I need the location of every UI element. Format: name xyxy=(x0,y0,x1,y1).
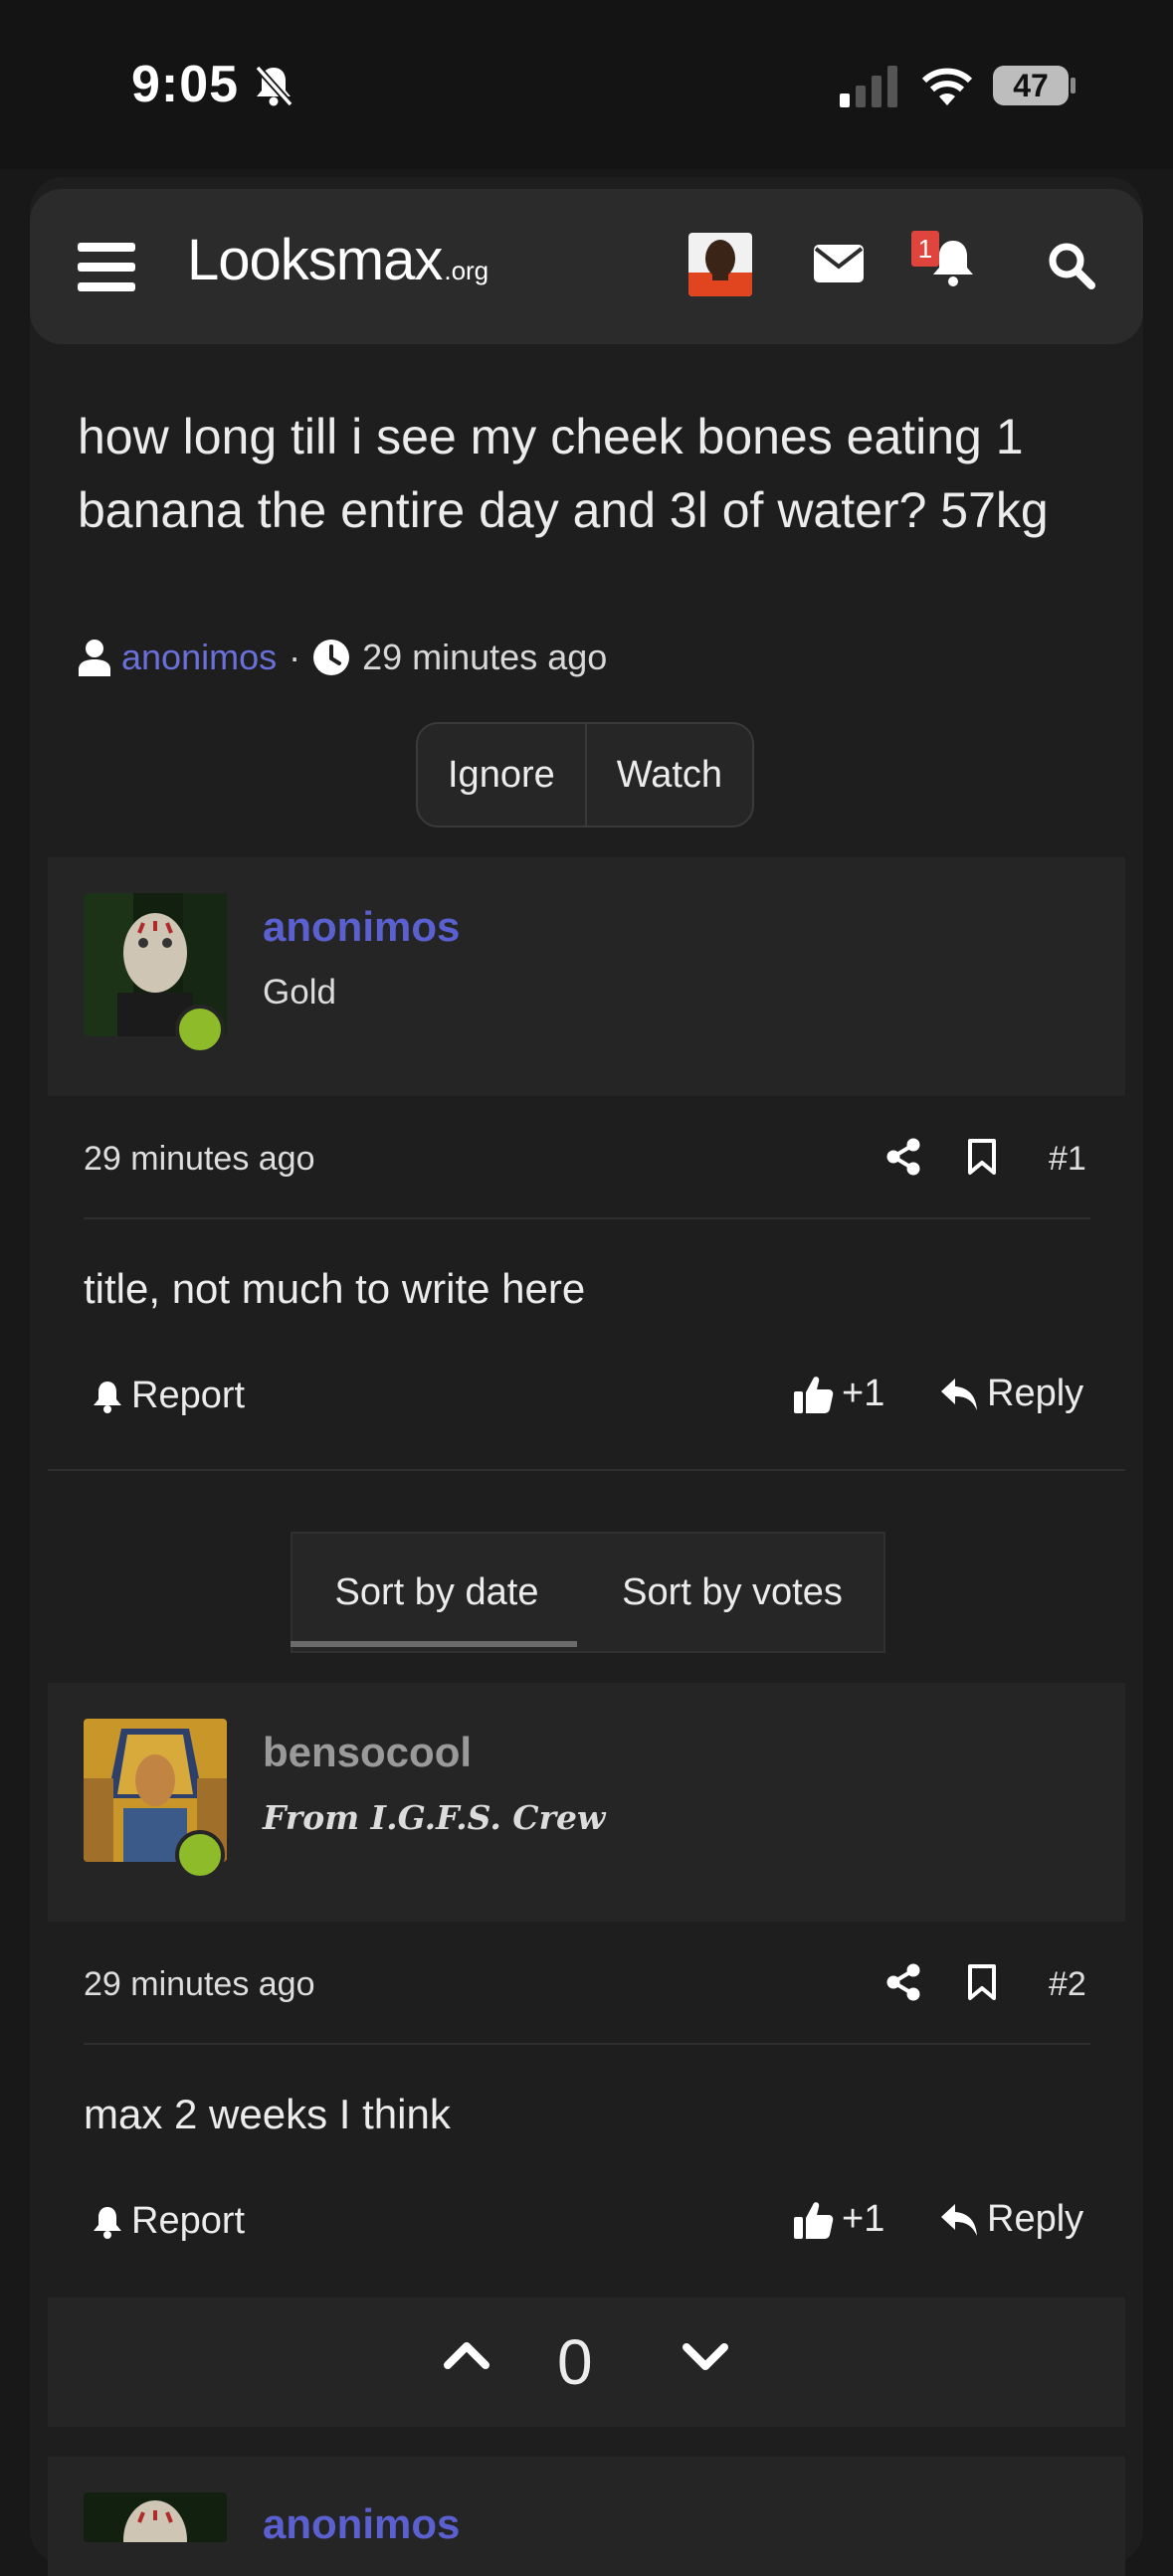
envelope-icon[interactable] xyxy=(814,245,864,282)
report-bell-icon xyxy=(92,2204,123,2240)
thread-meta: anonimos · 29 minutes ago xyxy=(78,637,607,678)
logo-text: Looksmax xyxy=(187,228,443,292)
post-2-body: max 2 weeks I think xyxy=(84,2091,451,2137)
post-1-number[interactable]: #1 xyxy=(1049,1140,1086,1179)
logo-suffix: .org xyxy=(444,256,489,285)
thread-author-link[interactable]: anonimos xyxy=(121,637,277,678)
post-2-divider xyxy=(84,2043,1090,2045)
sort-by-date-tab[interactable]: Sort by date xyxy=(293,1534,581,1651)
user-icon xyxy=(78,639,111,676)
post-1-username[interactable]: anonimos xyxy=(263,903,460,951)
post-1-online-indicator xyxy=(175,1005,225,1054)
post-1-body: title, not much to write here xyxy=(84,1265,586,1312)
status-time: 9:05 xyxy=(131,56,240,113)
reaction-count: +1 xyxy=(842,2198,885,2240)
vote-score: 0 xyxy=(557,2326,593,2398)
post-1-user-title: Gold xyxy=(263,973,336,1012)
reply-arrow-icon xyxy=(939,2202,979,2238)
post-2-reply-button[interactable]: Reply xyxy=(939,2198,1083,2241)
bookmark-icon[interactable] xyxy=(967,1963,997,2001)
thumbs-up-icon xyxy=(794,2199,834,2241)
hamburger-menu-icon[interactable] xyxy=(78,241,135,294)
wifi-icon xyxy=(919,64,975,107)
clock-icon xyxy=(312,639,350,676)
reply-arrow-icon xyxy=(939,1377,979,1412)
thread-action-group: Ignore Watch xyxy=(416,722,755,828)
cellular-signal-icon xyxy=(840,66,899,107)
sort-by-votes-tab[interactable]: Sort by votes xyxy=(581,1534,883,1651)
battery-tip xyxy=(1071,78,1075,93)
ignore-button[interactable]: Ignore xyxy=(418,724,585,826)
reply-label: Reply xyxy=(987,2198,1084,2240)
reply-label: Reply xyxy=(987,1373,1084,1414)
post-2-user-title: From I.G.F.S. Crew xyxy=(263,1798,606,1837)
post-2-like-button[interactable]: +1 xyxy=(794,2198,884,2241)
watch-button[interactable]: Watch xyxy=(587,724,752,826)
post-3-avatar[interactable] xyxy=(84,2492,227,2542)
post-2-time[interactable]: 29 minutes ago xyxy=(84,1965,315,2004)
upvote-chevron-up-icon[interactable] xyxy=(444,2339,489,2369)
post-1-reply-button[interactable]: Reply xyxy=(939,1373,1083,1415)
report-label: Report xyxy=(131,2200,246,2242)
post-1-like-button[interactable]: +1 xyxy=(794,1373,884,1415)
share-icon[interactable] xyxy=(885,1963,921,2001)
bookmark-icon[interactable] xyxy=(967,1138,997,1176)
post-1-time[interactable]: 29 minutes ago xyxy=(84,1140,315,1179)
thumbs-up-icon xyxy=(794,1374,834,1415)
post-1-bottom-divider xyxy=(48,1469,1125,1471)
sort-tabs: Sort by date Sort by votes xyxy=(291,1532,885,1653)
notification-count-badge: 1 xyxy=(911,231,939,267)
report-bell-icon xyxy=(92,1379,123,1414)
thread-title: how long till i see my cheek bones eatin… xyxy=(78,409,1049,538)
post-3-username[interactable]: anonimos xyxy=(263,2500,460,2548)
downvote-chevron-down-icon[interactable] xyxy=(683,2343,728,2373)
share-icon[interactable] xyxy=(885,1138,921,1176)
battery-indicator: 47 xyxy=(993,66,1069,105)
search-icon[interactable] xyxy=(1047,241,1096,290)
post-2-number[interactable]: #2 xyxy=(1049,1965,1086,2004)
report-label: Report xyxy=(131,1375,246,1416)
post-2-username[interactable]: bensocool xyxy=(263,1729,472,1776)
post-2-online-indicator xyxy=(175,1830,225,1880)
thread-time: 29 minutes ago xyxy=(362,637,608,677)
active-tab-indicator xyxy=(291,1641,577,1647)
reaction-count: +1 xyxy=(842,1373,885,1414)
site-logo[interactable]: Looksmax.org xyxy=(187,227,489,293)
post-1-divider xyxy=(84,1217,1090,1219)
user-avatar[interactable] xyxy=(688,233,752,296)
mute-bell-icon xyxy=(253,64,294,107)
post-2-report-button[interactable]: Report xyxy=(92,2200,245,2243)
meta-separator: · xyxy=(289,637,301,677)
post-1-report-button[interactable]: Report xyxy=(92,1375,245,1417)
